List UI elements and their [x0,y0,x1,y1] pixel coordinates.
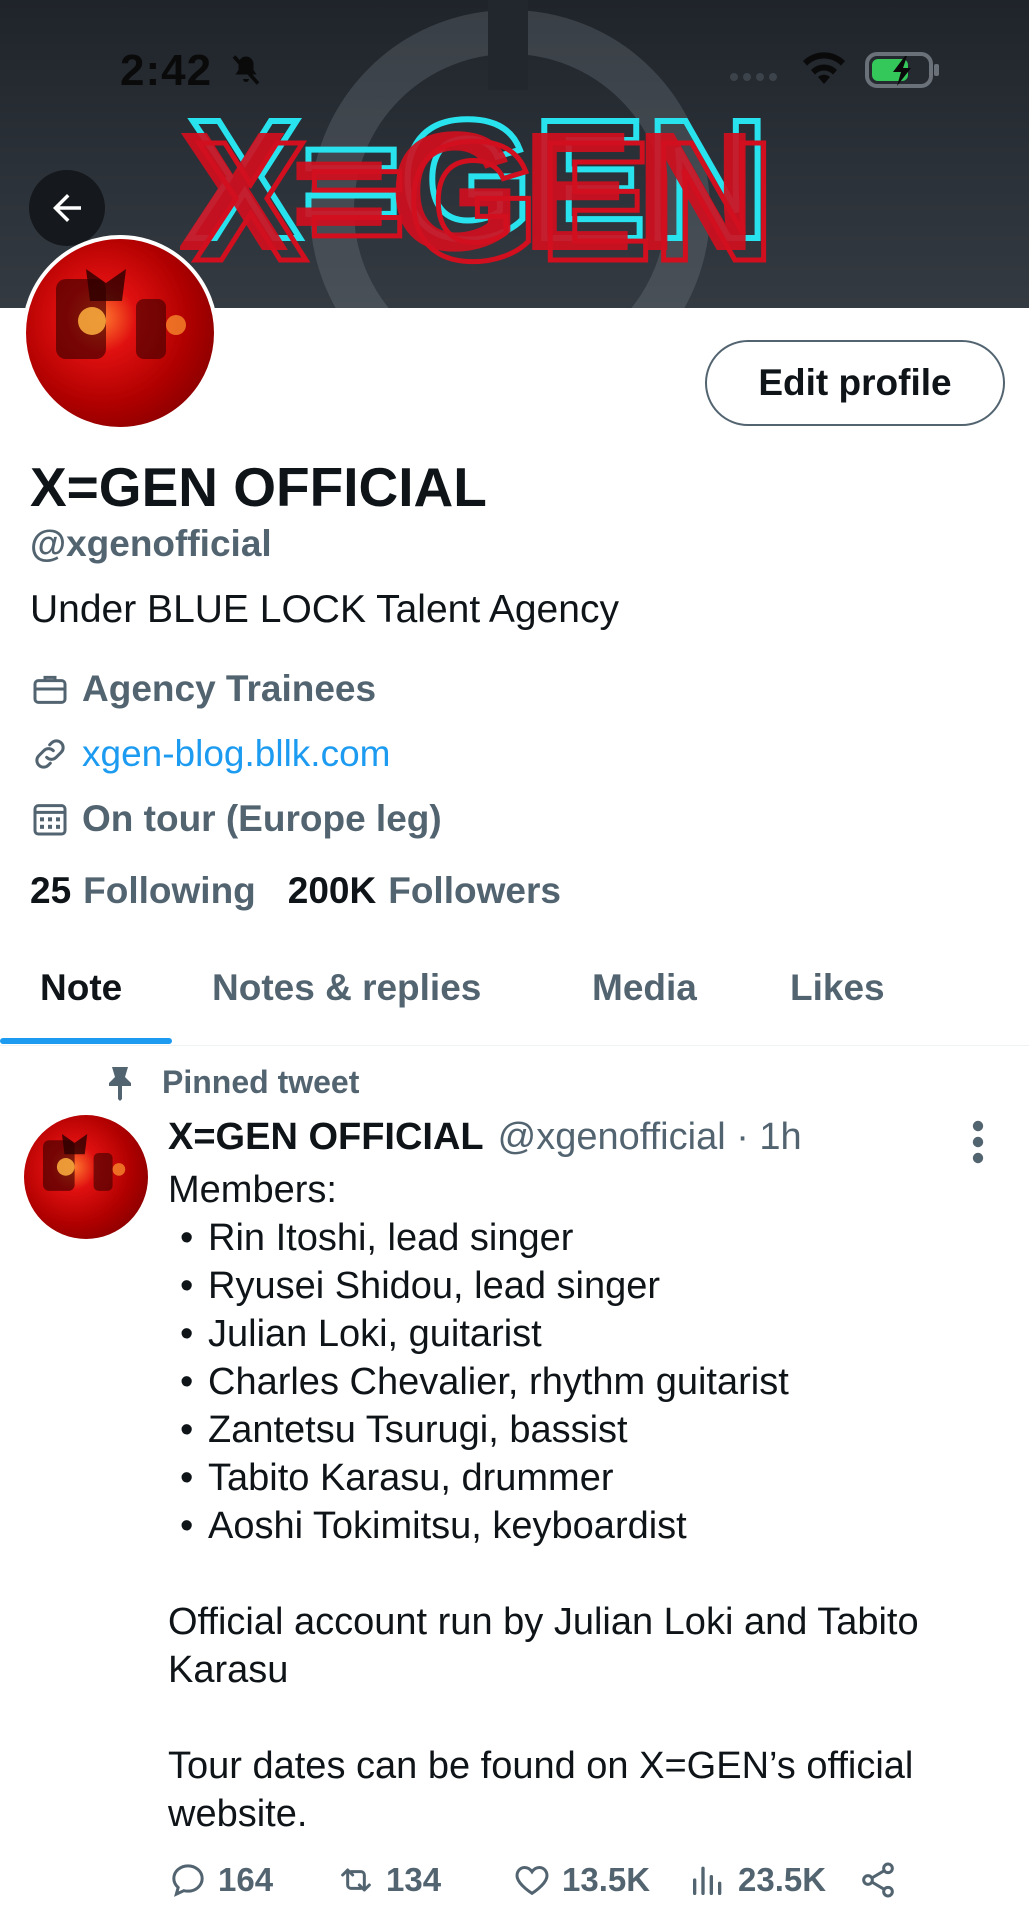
views-button[interactable]: 23.5K [688,1860,826,1900]
followers-label: Followers [388,870,561,911]
reply-count: 164 [218,1861,274,1898]
following-label: Following [83,870,256,911]
heart-icon [512,1860,552,1900]
status-time: 2:42 [120,46,213,95]
views-icon [688,1860,728,1900]
tweet-author-avatar[interactable] [24,1115,148,1239]
wifi-icon [803,52,845,84]
tab-notes-replies[interactable]: Notes & replies [212,930,481,1046]
profile-joined-label: On tour (Europe leg) [82,798,442,839]
tab-media[interactable]: Media [592,930,697,1046]
member-item: Rin Itoshi, lead singer [168,1214,988,1262]
profile-website-link[interactable]: xgen-blog.bllk.com [82,733,390,775]
profile-bio: Under BLUE LOCK Talent Agency [30,588,619,631]
profile-category: Agency Trainees [30,668,376,710]
tab-note[interactable]: Note [40,930,122,1046]
member-list: Rin Itoshi, lead singer Ryusei Shidou, l… [168,1214,988,1550]
share-button[interactable] [858,1860,908,1900]
tweet-paragraph-1: Official account run by Julian Loki and … [168,1601,919,1691]
edit-profile-button[interactable]: Edit profile [705,340,1005,426]
reply-button[interactable]: 164 [168,1860,273,1900]
arrow-left-icon [53,194,81,222]
member-item: Aoshi Tokimitsu, keyboardist [168,1502,988,1550]
profile-joined: On tour (Europe leg) [30,798,442,840]
profile-display-name: X=GEN OFFICIAL [30,456,487,518]
member-item: Zantetsu Tsurugi, bassist [168,1406,988,1454]
calendar-icon [30,799,70,839]
like-button[interactable]: 13.5K [512,1860,650,1900]
more-options-icon[interactable] [970,1120,986,1164]
member-item: Ryusei Shidou, lead singer [168,1262,988,1310]
pinned-label: Pinned tweet [104,1064,359,1101]
retweet-count: 134 [386,1861,442,1898]
reply-icon [168,1860,208,1900]
retweet-icon [336,1860,376,1900]
tweet-intro: Members: [168,1169,337,1211]
tweet-avatar-image [42,1133,126,1191]
profile-website[interactable]: xgen-blog.bllk.com [30,733,390,775]
pin-icon [104,1065,136,1101]
tweet-author-name[interactable]: X=GEN OFFICIAL [168,1116,484,1159]
tweet-author-meta: @xgenofficial · 1h [497,1116,802,1158]
tweet-header: X=GEN OFFICIAL @xgenofficial · 1h [168,1116,802,1159]
followers-count: 200K [287,870,377,911]
member-item: Tabito Karasu, drummer [168,1454,988,1502]
back-button[interactable] [29,170,105,246]
profile-avatar[interactable] [22,235,218,431]
tweet-paragraph-2: Tour dates can be found on X=GEN’s offic… [168,1745,914,1835]
following-link[interactable]: 25 Following [30,870,256,912]
profile-tabs: Note Notes & replies Media Likes [0,930,1029,1046]
avatar-image [56,269,186,359]
briefcase-icon [30,669,70,709]
retweet-button[interactable]: 134 [336,1860,441,1900]
tweet-actions: 164 134 13.5K 23.5K [168,1860,1008,1904]
pinned-label-text: Pinned tweet [162,1064,360,1100]
tab-likes[interactable]: Likes [790,930,885,1046]
svg-text:X=GEN: X=GEN [194,107,775,288]
bell-muted-icon [232,55,260,85]
views-count: 23.5K [738,1861,827,1898]
like-count: 13.5K [562,1861,651,1898]
profile-category-label: Agency Trainees [82,668,377,709]
active-tab-indicator [0,1038,172,1044]
status-bar: 2:42 [0,0,1029,130]
follow-counts: 25 Following 200K Followers [30,870,593,912]
profile-handle: @xgenofficial [30,523,272,564]
member-item: Julian Loki, guitarist [168,1310,988,1358]
following-count: 25 [30,870,72,911]
member-item: Charles Chevalier, rhythm guitarist [168,1358,988,1406]
tweet-text: Members: Rin Itoshi, lead singer Ryusei … [168,1166,988,1838]
share-icon [858,1860,898,1900]
battery-charging-icon [865,52,939,88]
link-icon [30,734,70,774]
cellular-icon [730,73,777,81]
followers-link[interactable]: 200K Followers [288,870,561,912]
